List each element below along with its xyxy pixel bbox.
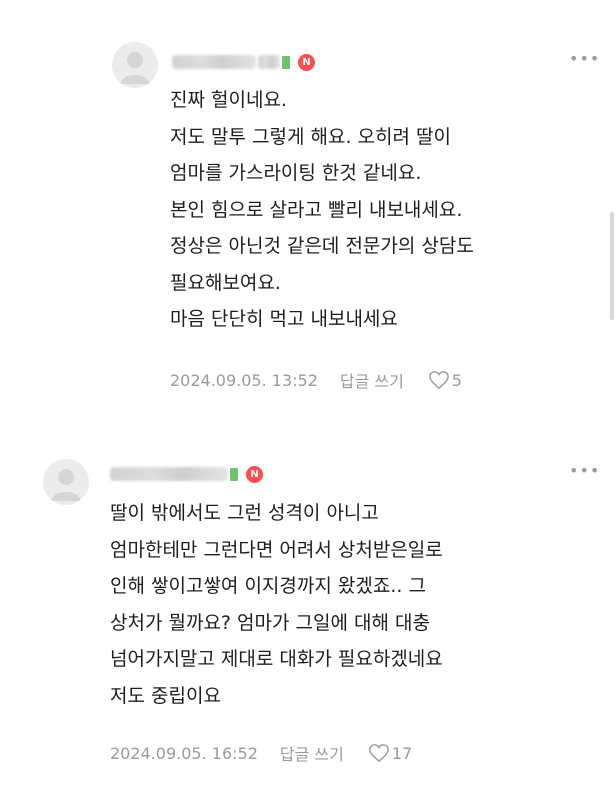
comment-meta: 2024.09.05. 16:52 답글 쓰기 17 xyxy=(110,741,412,765)
like-count: 5 xyxy=(451,370,463,390)
like-button[interactable]: 5 xyxy=(428,370,462,390)
grade-icon xyxy=(282,55,290,69)
comment-line: 상처가 뭘까요? 엄마가 그일에 대해 대충 xyxy=(110,611,430,634)
new-badge: N xyxy=(298,53,315,71)
heart-icon xyxy=(429,371,449,390)
comment-line: 필요해보여요. xyxy=(170,271,281,294)
author-name-blurred-tail xyxy=(258,55,280,69)
author-name-blurred[interactable] xyxy=(110,467,228,481)
new-badge: N xyxy=(246,465,263,483)
comment-line: 엄마한테만 그런다면 어려서 상처받은일로 xyxy=(110,538,443,561)
comment-line: 엄마를 가스라이팅 한것 같네요. xyxy=(170,162,422,184)
heart-icon xyxy=(369,744,389,763)
comment-body: 딸이 밖에서도 그런 성격이 아니고 엄마한테만 그런다면 어려서 상처받은일로… xyxy=(110,495,443,714)
more-options-button[interactable]: ••• xyxy=(569,463,599,479)
comment-date: 2024.09.05. 13:52 xyxy=(170,370,318,390)
avatar[interactable] xyxy=(112,42,158,88)
comment-line: 저도 중립이요 xyxy=(110,684,221,707)
author-row: N xyxy=(110,462,263,486)
grade-icon xyxy=(230,467,238,481)
reply-button[interactable]: 답글 쓰기 xyxy=(280,741,344,765)
comment-line: 본인 힘으로 살라고 빨리 내보내세요. xyxy=(170,198,463,221)
comment-meta: 2024.09.05. 13:52 답글 쓰기 5 xyxy=(170,368,462,392)
comment-line: 넘어가지말고 제대로 대화가 필요하겠네요 xyxy=(110,648,443,670)
default-profile-icon xyxy=(51,469,81,501)
comment-line: 저도 말투 그렇게 해요. 오히려 딸이 xyxy=(170,125,451,148)
like-button[interactable]: 17 xyxy=(368,743,412,763)
author-name-blurred[interactable] xyxy=(172,55,256,69)
default-profile-icon xyxy=(120,52,150,84)
avatar[interactable] xyxy=(43,459,89,505)
reply-button[interactable]: 답글 쓰기 xyxy=(340,368,404,392)
comment-line: 진짜 헐이네요. xyxy=(170,89,287,111)
comment-line: 마음 단단히 먹고 내보내세요 xyxy=(170,308,398,330)
more-options-button[interactable]: ••• xyxy=(569,51,599,67)
comment-line: 정상은 아닌것 같은데 전문가의 상담도 xyxy=(170,235,474,257)
comment-date: 2024.09.05. 16:52 xyxy=(110,743,258,763)
scrollbar[interactable] xyxy=(610,212,614,320)
comment-body: 진짜 헐이네요. 저도 말투 그렇게 해요. 오히려 딸이 엄마를 가스라이팅 … xyxy=(170,82,474,338)
like-count: 17 xyxy=(391,743,413,763)
author-row: N xyxy=(172,50,315,74)
comment-line: 딸이 밖에서도 그런 성격이 아니고 xyxy=(110,502,379,524)
comment-line: 인해 쌓이고쌓여 이지경까지 왔겠죠.. 그 xyxy=(110,575,426,597)
